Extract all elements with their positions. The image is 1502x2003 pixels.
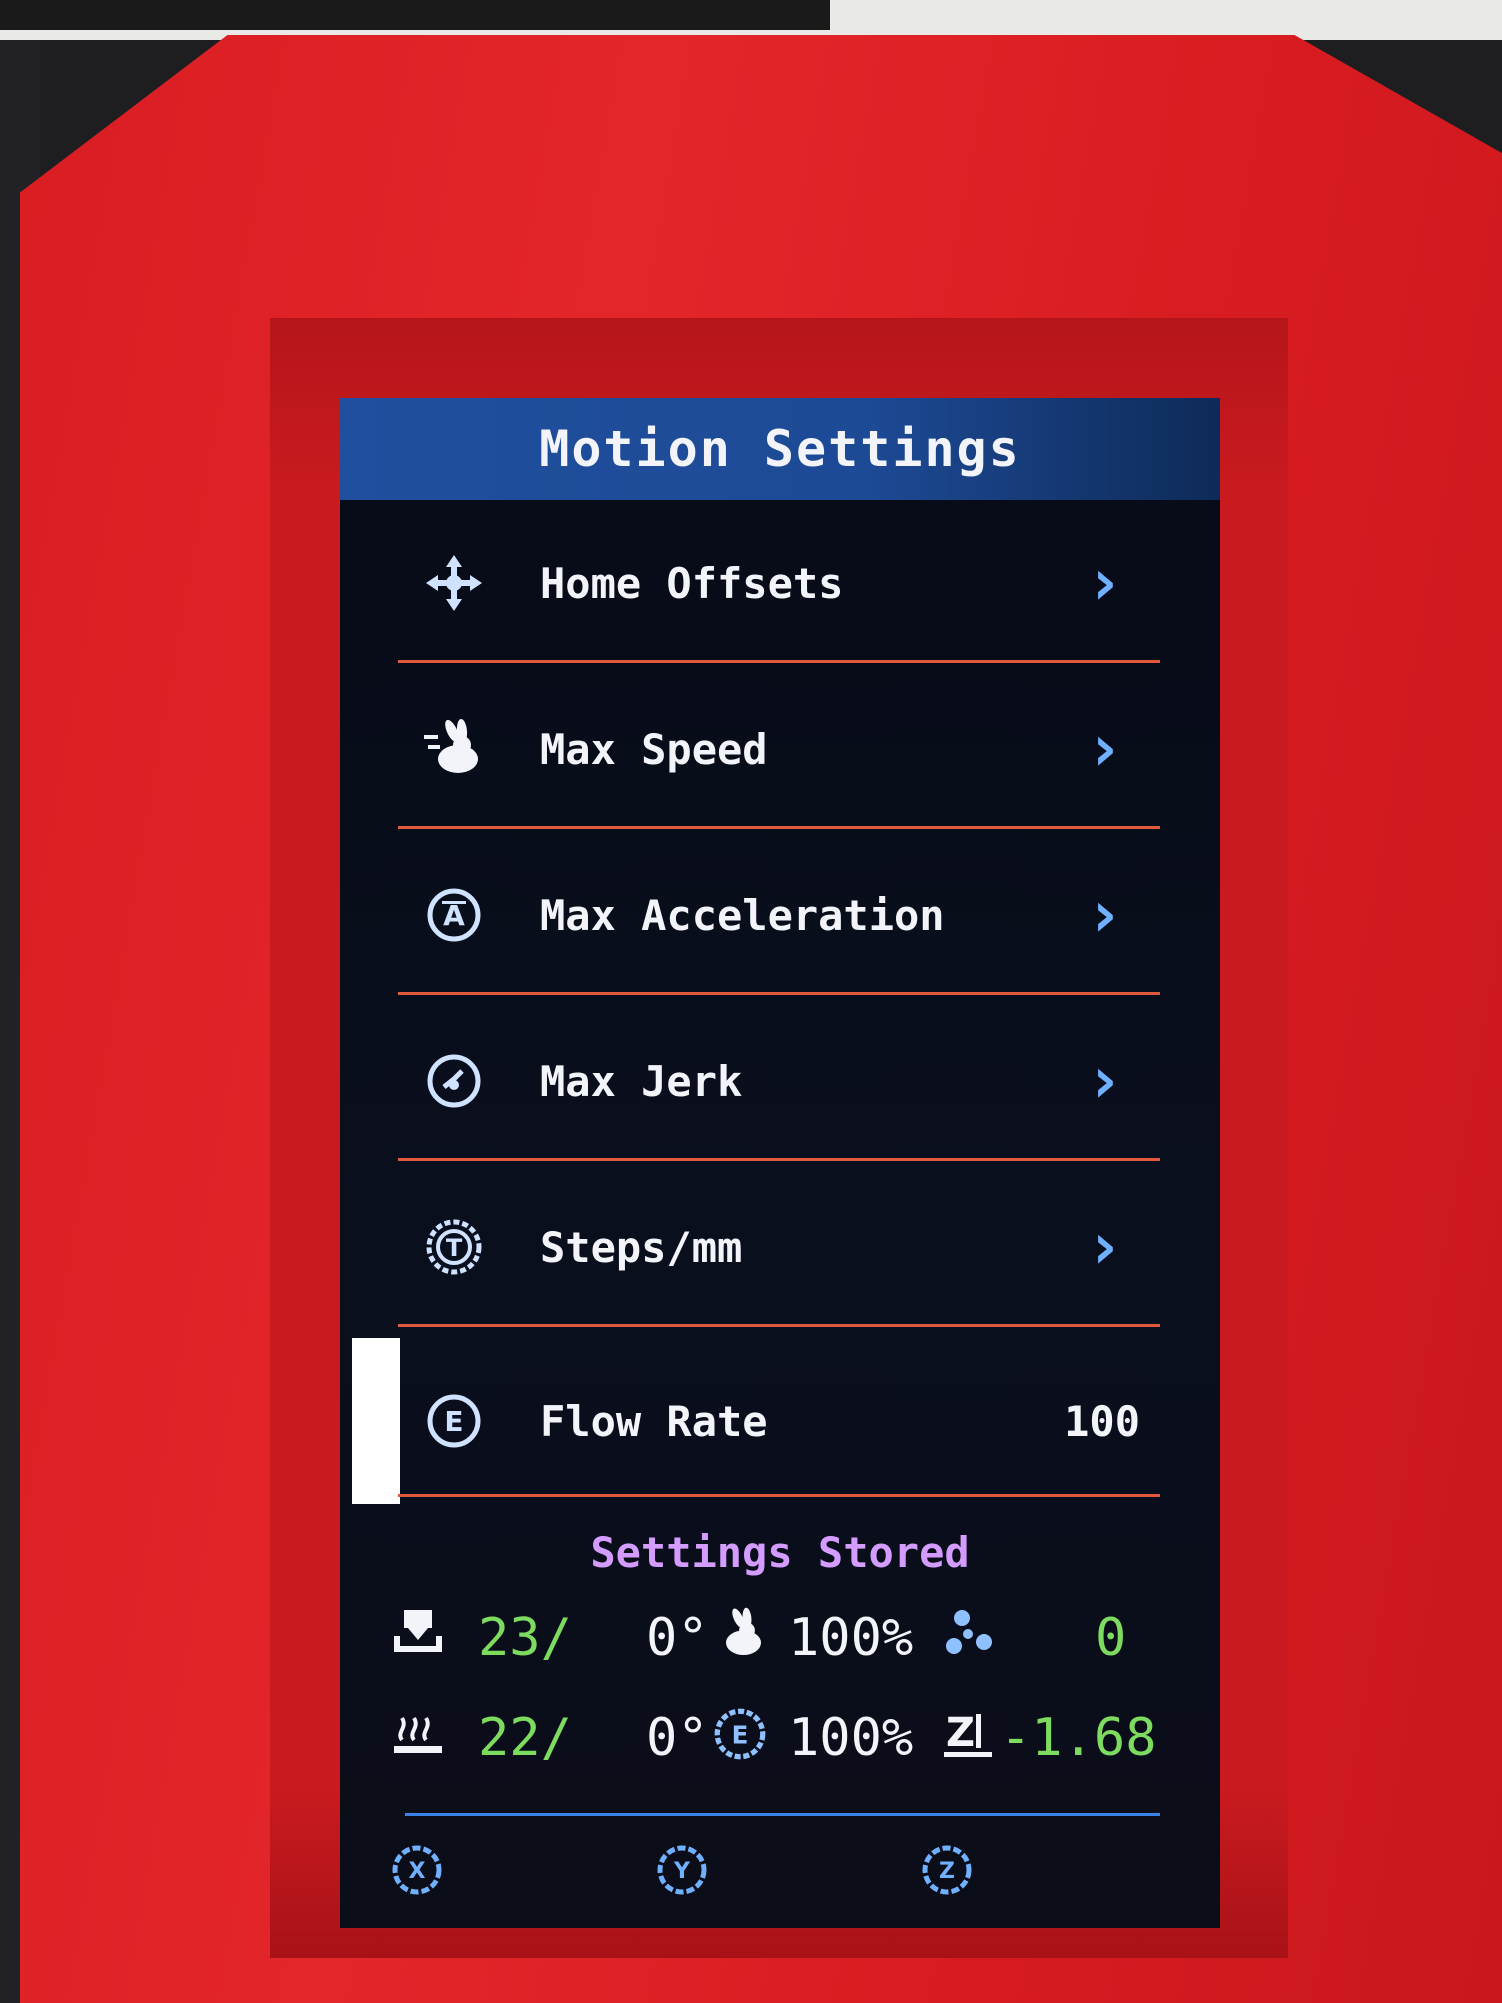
feedrate-percent: 100% [788,1608,914,1668]
flowrate-percent: 100% [788,1708,914,1768]
divider [398,660,1160,663]
title-bar: Motion Settings [340,398,1220,500]
z-offset-icon: Z [942,1706,998,1762]
stepper-icon: T [422,1215,486,1279]
svg-text:Z: Z [939,1859,955,1884]
status-row-bed: 22/ 0° E 100% Z -1.68 [340,1698,1220,1778]
svg-text:E: E [444,1405,463,1438]
svg-text:E: E [732,1721,749,1750]
background-object [0,0,830,30]
svg-text:Z: Z [946,1710,975,1756]
menu-item-max-jerk[interactable]: Max Jerk › [340,998,1220,1164]
menu-item-label: Max Speed [540,724,768,774]
hotend-icon [390,1606,446,1662]
y-axis-button[interactable]: Y [655,1843,709,1897]
flow-rate-value: 100 [1064,1396,1140,1446]
chevron-right-icon: › [1085,712,1124,786]
fan-speed: 0 [1095,1608,1127,1668]
z-axis-button[interactable]: Z [920,1843,974,1897]
menu-item-label: Max Jerk [540,1056,743,1106]
menu-item-max-acceleration[interactable]: A Max Acceleration › [340,832,1220,998]
extruder-e-icon: E [712,1706,768,1762]
hotend-temperature: 23/ [478,1608,572,1668]
chevron-right-icon: › [1085,546,1124,620]
status-message: Settings Stored [590,1528,970,1577]
jerk-gauge-icon [422,1049,486,1113]
bed-temperature: 22/ [478,1708,572,1768]
extruder-e-icon: E [422,1389,486,1453]
heated-bed-icon [390,1706,446,1762]
svg-text:X: X [409,1859,426,1884]
acceleration-icon: A [422,883,486,947]
status-row-hotend: 23/ 0° 100% 0 [340,1598,1220,1678]
move-arrows-icon [422,551,486,615]
fan-icon [942,1606,998,1662]
lcd-screen: Motion Settings Home Offsets › Max Speed… [340,398,1220,1928]
menu-item-flow-rate[interactable]: E Flow Rate 100 [340,1338,1220,1504]
divider [398,1324,1160,1327]
chevron-right-icon: › [1085,1210,1124,1284]
chevron-right-icon: › [1085,1044,1124,1118]
chevron-right-icon: › [1085,878,1124,952]
svg-text:T: T [446,1234,463,1262]
menu-item-steps-mm[interactable]: T Steps/mm › [340,1164,1220,1330]
menu-item-home-offsets[interactable]: Home Offsets › [340,500,1220,666]
rabbit-speed-icon [712,1606,768,1662]
rabbit-speed-icon [422,717,486,781]
x-axis-button[interactable]: X [390,1843,444,1897]
menu-item-label: Max Acceleration [540,890,945,940]
page-title: Motion Settings [539,420,1021,478]
hotend-target: 0° [646,1608,709,1668]
menu-item-label: Steps/mm [540,1222,743,1272]
divider [398,992,1160,995]
menu-item-max-speed[interactable]: Max Speed › [340,666,1220,832]
divider [398,1494,1160,1497]
divider [405,1813,1160,1816]
z-offset-value: -1.68 [1000,1708,1157,1768]
divider [398,1158,1160,1161]
menu-item-label: Home Offsets [540,558,844,608]
menu-item-label: Flow Rate [540,1396,768,1446]
bed-target: 0° [646,1708,709,1768]
svg-text:Y: Y [673,1859,691,1884]
divider [398,826,1160,829]
